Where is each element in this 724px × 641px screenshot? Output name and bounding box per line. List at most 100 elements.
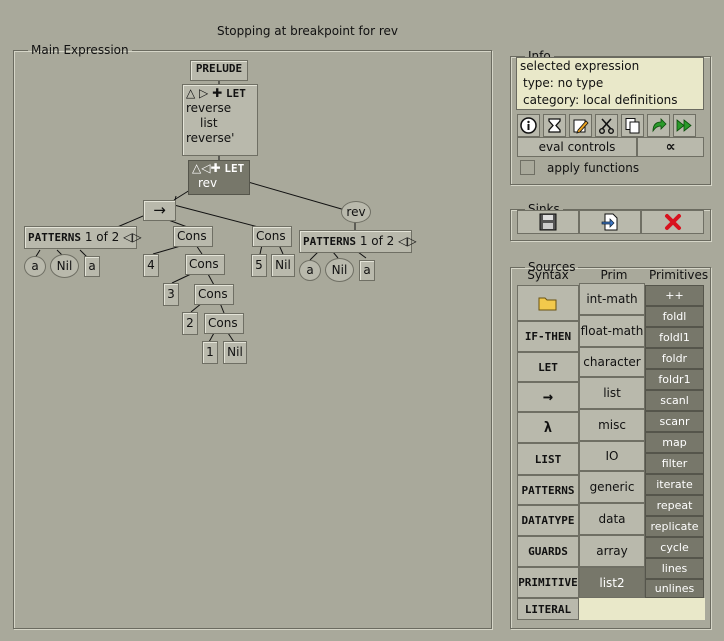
prim-group-label: misc bbox=[598, 418, 626, 432]
primitive-append[interactable]: ++ bbox=[645, 285, 704, 306]
prim-group-float-math[interactable]: float-math bbox=[579, 315, 645, 347]
var-node[interactable]: a bbox=[24, 256, 46, 277]
number-label: 5 bbox=[255, 258, 263, 272]
run-icon[interactable] bbox=[673, 114, 696, 137]
syntax-folder[interactable] bbox=[517, 285, 579, 321]
cons-node[interactable]: Cons bbox=[204, 313, 244, 334]
primitive-iterate[interactable]: iterate bbox=[645, 474, 704, 495]
triangle-icons: △ ▷ ✚ bbox=[186, 86, 226, 100]
number-node[interactable]: 1 bbox=[202, 341, 218, 364]
prim-group-io[interactable]: IO bbox=[579, 441, 645, 471]
pager-arrows-icon[interactable]: ◁▷ bbox=[123, 230, 141, 244]
edit-icon[interactable] bbox=[569, 114, 592, 137]
cons-node[interactable]: Cons bbox=[194, 284, 234, 305]
prim-group-character[interactable]: character bbox=[579, 347, 645, 377]
info-text-box: selected expression type: no type catego… bbox=[516, 57, 704, 110]
rev-node[interactable]: rev bbox=[341, 201, 371, 223]
primitive-label: foldl1 bbox=[659, 331, 690, 344]
primitive-label: scanl bbox=[660, 394, 689, 407]
prim-group-misc[interactable]: misc bbox=[579, 409, 645, 441]
primitive-scanl[interactable]: scanl bbox=[645, 390, 704, 411]
cons-label: Cons bbox=[189, 257, 219, 271]
prim-group-data[interactable]: data bbox=[579, 503, 645, 535]
pager-arrows-icon[interactable]: ◁▷ bbox=[398, 234, 416, 248]
syntax-datatype[interactable]: DATATYPE bbox=[517, 505, 579, 536]
let-node-inner-selected[interactable]: △◁✚ LET rev bbox=[188, 160, 250, 195]
eval-controls-button[interactable]: eval controls bbox=[517, 137, 637, 157]
syntax-guards[interactable]: GUARDS bbox=[517, 536, 579, 567]
info-icon[interactable] bbox=[517, 114, 540, 137]
primitive-label: filter bbox=[661, 457, 688, 470]
nil-label: Nil bbox=[56, 259, 73, 273]
syntax-primitive[interactable]: PRIMITIVE bbox=[517, 567, 579, 598]
cons-node[interactable]: Cons bbox=[252, 226, 292, 247]
prim-group-label: generic bbox=[589, 480, 635, 494]
cons-node[interactable]: Cons bbox=[173, 226, 213, 247]
let-keyword: LET bbox=[224, 162, 245, 175]
nil-node[interactable]: Nil bbox=[50, 254, 79, 278]
number-label: 3 bbox=[167, 287, 175, 301]
syntax-let[interactable]: LET bbox=[517, 352, 579, 382]
number-node[interactable]: 4 bbox=[143, 254, 159, 277]
patterns-node[interactable]: PATTERNS 1 of 2 ◁▷ bbox=[24, 226, 142, 249]
syntax-label: DATATYPE bbox=[521, 514, 575, 527]
number-node[interactable]: 2 bbox=[182, 312, 198, 335]
primitive-cycle[interactable]: cycle bbox=[645, 537, 704, 558]
primitive-map[interactable]: map bbox=[645, 432, 704, 453]
primitive-replicate[interactable]: replicate bbox=[645, 516, 704, 537]
nil-node[interactable]: Nil bbox=[325, 258, 354, 282]
delete-button[interactable] bbox=[641, 210, 704, 234]
prim-group-label: data bbox=[598, 512, 626, 526]
syntax-if-then[interactable]: IF-THEN bbox=[517, 321, 579, 352]
number-node[interactable]: 3 bbox=[163, 283, 179, 306]
nil-label: Nil bbox=[275, 258, 291, 272]
primitive-foldl[interactable]: foldl bbox=[645, 306, 704, 327]
cut-icon[interactable] bbox=[595, 114, 618, 137]
syntax-literal[interactable]: LITERAL bbox=[517, 598, 579, 620]
hourglass-icon[interactable] bbox=[543, 114, 566, 137]
nil-node[interactable]: Nil bbox=[223, 341, 247, 364]
var-node[interactable]: a bbox=[299, 260, 321, 281]
prim-group-list[interactable]: list bbox=[579, 377, 645, 409]
var-node[interactable]: a bbox=[359, 260, 375, 281]
syntax-label: IF-THEN bbox=[524, 330, 572, 343]
primitive-foldr1[interactable]: foldr1 bbox=[645, 369, 704, 390]
prelude-node[interactable]: PRELUDE bbox=[190, 60, 248, 81]
nil-node[interactable]: Nil bbox=[271, 254, 295, 277]
primitive-filter[interactable]: filter bbox=[645, 453, 704, 474]
syntax-arrow[interactable]: → bbox=[517, 382, 579, 412]
cons-label: Cons bbox=[256, 229, 286, 243]
patterns-node[interactable]: PATTERNS 1 of 2 ◁▷ bbox=[299, 230, 417, 253]
number-node[interactable]: 5 bbox=[251, 254, 267, 277]
var-node[interactable]: a bbox=[84, 256, 100, 277]
folder-icon bbox=[538, 297, 557, 311]
prim-group-array[interactable]: array bbox=[579, 535, 645, 567]
cons-node[interactable]: Cons bbox=[185, 254, 225, 275]
copy-icon[interactable] bbox=[621, 114, 644, 137]
step-icon[interactable] bbox=[647, 114, 670, 137]
syntax-header: Syntax bbox=[527, 268, 569, 282]
syntax-lambda[interactable]: λ bbox=[517, 412, 579, 443]
syntax-list[interactable]: LIST bbox=[517, 443, 579, 475]
prim-group-list2[interactable]: list2 bbox=[579, 567, 645, 598]
prim-group-generic[interactable]: generic bbox=[579, 471, 645, 503]
primitive-repeat[interactable]: repeat bbox=[645, 495, 704, 516]
primitive-lines[interactable]: lines bbox=[645, 558, 704, 579]
apply-functions-checkbox[interactable] bbox=[520, 160, 535, 175]
lambda-arrow-node[interactable]: → bbox=[143, 200, 176, 221]
syntax-patterns[interactable]: PATTERNS bbox=[517, 475, 579, 505]
category-label: category: local definitions bbox=[523, 93, 678, 107]
primitive-unlines[interactable]: unlines bbox=[645, 579, 704, 598]
primitive-scanr[interactable]: scanr bbox=[645, 411, 704, 432]
alpha-button[interactable]: ∝ bbox=[637, 137, 704, 157]
save-button[interactable] bbox=[517, 210, 579, 234]
let-node-outer[interactable]: △ ▷ ✚ LET reverse list reverse' bbox=[182, 84, 258, 156]
export-button[interactable] bbox=[579, 210, 641, 234]
primitive-foldl1[interactable]: foldl1 bbox=[645, 327, 704, 348]
primitive-label: scanr bbox=[659, 415, 690, 428]
patterns-keyword: PATTERNS bbox=[303, 235, 356, 248]
cons-label: Cons bbox=[208, 316, 238, 330]
selected-expression-label: selected expression bbox=[520, 59, 640, 73]
prim-group-int-math[interactable]: int-math bbox=[579, 283, 645, 315]
primitive-foldr[interactable]: foldr bbox=[645, 348, 704, 369]
